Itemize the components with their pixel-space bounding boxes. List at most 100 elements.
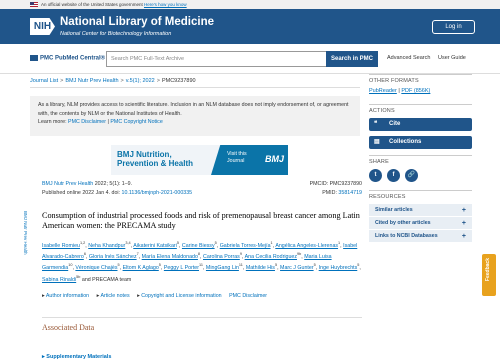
learn-more-label: Learn more: [38,119,67,125]
feedback-button[interactable]: Feedback [482,254,496,296]
banner-title-line1: BMJ Nutrition, [117,150,172,159]
pmid-link[interactable]: 35814719 [338,190,362,196]
sidebar: OTHER FORMATS PubReader | PDF (856K) ACT… [369,74,472,243]
pdf-link[interactable]: PDF (856K) [401,88,430,94]
gov-banner-link[interactable]: Here's how you know [144,2,187,7]
author-affiliation[interactable]: 1,2 [80,241,85,245]
author-affiliation[interactable]: 6 [84,252,86,256]
author-affiliation[interactable]: 5 [314,264,316,268]
author-link[interactable]: Marc J Gunter [280,265,314,271]
formats-links: PubReader | PDF (856K) [369,88,431,94]
breadcrumb-journal[interactable]: BMJ Nutr Prev Health [65,78,118,84]
author-affiliation[interactable]: 8 [198,252,200,256]
author-affiliation[interactable]: 9 [240,252,242,256]
search-button[interactable]: Search in PMC [326,51,378,67]
author-information-link[interactable]: ▸ Author information [42,293,89,299]
author-link[interactable]: Angélica Angeles-Llerenas [275,243,338,249]
author-link[interactable]: Isabelle Romieu [42,243,80,249]
author-affiliation[interactable]: 10 [68,264,72,268]
disclaimer-separator: | [107,119,109,125]
author-link[interactable]: Neha Khandpur [88,243,125,249]
author-link[interactable]: Véronique Chajès [75,265,117,271]
breadcrumb: Journal List > BMJ Nutr Prev Health > v.5(1)… [30,74,360,88]
author-link[interactable]: MingGang Lin [206,265,239,271]
pmc-logo[interactable]: PMC PubMed Central® [30,55,105,62]
pubreader-link[interactable]: PubReader [369,88,397,94]
author-link[interactable]: Eltom K Aglago [123,265,159,271]
copyright-license-link[interactable]: ▸ Copyright and License information [137,293,222,299]
author-affiliation[interactable]: 11 [199,264,203,268]
supplementary-materials-toggle[interactable]: ▸ Supplementary Materials [42,354,111,360]
article-notes-link[interactable]: ▸ Article notes [97,293,130,299]
collections-button[interactable]: ▤ Collections [369,136,472,149]
site-title[interactable]: National Library of Medicine [60,16,214,28]
author-link[interactable]: Inge Huybrechts [319,265,358,271]
twitter-icon[interactable]: t [369,169,382,182]
cite-button[interactable]: ❝ Cite [369,118,472,131]
banner-visit-text: Visit this Journal [227,151,247,164]
author-affiliation[interactable]: 3,4 [125,241,130,245]
login-button[interactable]: Log in [432,20,475,34]
breadcrumb-separator-icon: > [156,78,160,84]
collections-icon: ▤ [374,139,380,145]
nlm-disclaimer: As a library, NLM provides access to sci… [30,96,360,136]
author-link[interactable]: Gloria Inés Sánchez [89,254,137,260]
nih-logo[interactable]: NIH [30,18,55,35]
associated-data-section: Associated Data [42,317,362,332]
search-input[interactable]: Search PMC Full-Text Archive [106,51,326,67]
author-link[interactable]: Peggy L Porter [164,265,199,271]
other-formats-heading: OTHER FORMATS [369,74,472,84]
advanced-search-link[interactable]: Advanced Search [387,55,430,61]
author-affiliation[interactable]: 5 [275,264,277,268]
bmj-logo: BMJ [264,154,284,164]
cited-by-toggle[interactable]: Cited by other articles + [369,217,472,230]
author-link[interactable]: Aikaterini Katsikari [133,243,177,249]
plus-icon: + [461,207,466,214]
author-list: Isabelle Romieu1,2, Neha Khandpur3,4, Ai… [42,241,361,283]
breadcrumb-journal-list[interactable]: Journal List [30,78,58,84]
pmc-logo-text: PMC PubMed Central® [40,55,106,62]
pmid: PMID: 35814719 [322,190,362,196]
author-affiliation[interactable]: 5 [159,264,161,268]
author-link[interactable]: Sabina Rinaldi [42,277,76,283]
gov-banner-text: An official website of the United States… [41,2,143,7]
permalink-icon[interactable]: 🔗 [405,169,418,182]
author-link[interactable]: Ana Cecilia Rodriguez [245,254,297,260]
pmc-disclaimer-link[interactable]: PMC Disclaimer [68,119,106,125]
search-bar: PMC PubMed Central® Search PMC Full-Text… [0,44,500,74]
ncbi-links-toggle[interactable]: Links to NCBI Databases + [369,230,472,243]
plus-icon: + [461,220,466,227]
author-affiliation[interactable]: 9b [297,252,301,256]
author-link[interactable]: Carolina Porras [203,254,240,260]
citation-line: BMJ Nutr Prev Health 2022; 5(1): 1–9. PM… [42,181,362,187]
us-flag-icon [30,2,38,8]
pmc-copyright-link[interactable]: PMC Copyright Notice [110,119,162,125]
breadcrumb-issue[interactable]: v.5(1); 2022 [126,78,155,84]
gov-banner: An official website of the United States… [0,0,500,9]
breadcrumb-separator-icon: > [120,78,124,84]
article-pmc-disclaimer-link[interactable]: PMC Disclaimer [229,293,267,299]
similar-articles-toggle[interactable]: Similar articles + [369,204,472,217]
author-affiliation[interactable]: 11 [239,264,243,268]
user-guide-link[interactable]: User Guide [438,55,466,61]
author-affiliation[interactable]: 5 [118,264,120,268]
published-text: Published online 2022 Jan 4. doi: [42,190,122,196]
doi-link[interactable]: 10.1136/bmjnph-2021-000335 [122,190,193,196]
author-affiliation[interactable]: 5 [357,264,359,268]
author-link[interactable]: Mathilde His [246,265,275,271]
journal-link[interactable]: BMJ Nutr Prev Health [42,181,93,187]
banner-title-line2: Prevention & Health [117,159,194,168]
author-affiliation[interactable]: 1 [338,241,340,245]
share-buttons: t f 🔗 [369,169,472,182]
author-link[interactable]: Carine Biessy [182,243,215,249]
author-link[interactable]: Gabriela Torres-Mejía [220,243,271,249]
journal-banner[interactable]: BMJ Nutrition, Prevention & Health Visit… [111,145,288,175]
author-affiliation[interactable]: 7 [137,252,139,256]
main-content: Journal List > BMJ Nutr Prev Health > v.5(1)… [23,74,362,360]
author-affiliation[interactable]: 5 [177,241,179,245]
author-affiliation[interactable]: 1 [271,241,273,245]
author-link[interactable]: María Elena Maldonado [142,254,198,260]
author-affiliation[interactable]: 5 [215,241,217,245]
facebook-icon[interactable]: f [387,169,400,182]
authors-tail: and PRECAMA team [80,276,132,283]
